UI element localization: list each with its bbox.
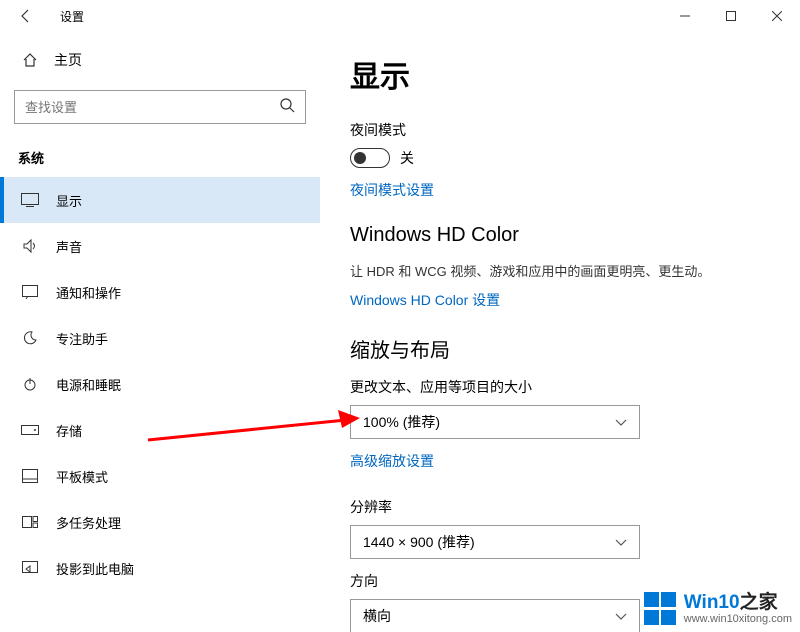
sidebar-item-label: 多任务处理 (56, 513, 121, 532)
sidebar-item-label: 专注助手 (56, 329, 108, 348)
sidebar-item-focus[interactable]: 专注助手 (0, 315, 320, 361)
page-title: 显示 (350, 52, 770, 96)
search-input[interactable] (14, 90, 306, 124)
sidebar-item-multitask[interactable]: 多任务处理 (0, 499, 320, 545)
chevron-down-icon (615, 608, 627, 624)
power-icon (18, 376, 42, 392)
watermark-url: www.win10xitong.com (684, 613, 792, 625)
watermark-brand2: 之家 (740, 593, 778, 614)
advanced-scale-link[interactable]: 高级缩放设置 (350, 451, 434, 471)
orientation-label: 方向 (350, 571, 770, 591)
sidebar-item-label: 声音 (56, 237, 82, 256)
multitask-icon (18, 516, 42, 528)
tablet-icon (18, 469, 42, 483)
section-heading: 系统 (0, 142, 320, 177)
scale-dropdown[interactable]: 100% (推荐) (350, 405, 640, 439)
sidebar-item-label: 投影到此电脑 (56, 559, 134, 578)
sidebar-item-label: 存储 (56, 421, 82, 440)
hd-color-settings-link[interactable]: Windows HD Color 设置 (350, 290, 500, 310)
night-mode-toggle[interactable] (350, 148, 390, 168)
sidebar-item-label: 通知和操作 (56, 283, 121, 302)
scale-label: 更改文本、应用等项目的大小 (350, 377, 770, 397)
resolution-dropdown[interactable]: 1440 × 900 (推荐) (350, 525, 640, 559)
watermark: Win10 之家 www.win10xitong.com (644, 592, 792, 626)
notification-icon (18, 285, 42, 299)
watermark-brand: Win10 (684, 593, 740, 614)
sidebar-item-label: 显示 (56, 191, 82, 210)
windows-logo-icon (644, 592, 678, 626)
sidebar-item-power[interactable]: 电源和睡眠 (0, 361, 320, 407)
sidebar-item-sound[interactable]: 声音 (0, 223, 320, 269)
sidebar-item-label: 电源和睡眠 (56, 375, 121, 394)
sidebar-item-projecting[interactable]: 投影到此电脑 (0, 545, 320, 591)
chevron-down-icon (615, 534, 627, 550)
resolution-label: 分辨率 (350, 497, 770, 517)
home-link[interactable]: 主页 (0, 42, 320, 78)
storage-icon (18, 425, 42, 435)
sidebar-item-label: 平板模式 (56, 467, 108, 486)
back-button[interactable] (12, 2, 40, 30)
scale-value: 100% (推荐) (363, 412, 440, 432)
chevron-down-icon (615, 414, 627, 430)
search-icon (279, 97, 295, 118)
maximize-button[interactable] (708, 0, 754, 32)
scale-layout-heading: 缩放与布局 (350, 334, 770, 363)
project-icon (18, 561, 42, 575)
display-icon (18, 193, 42, 207)
sidebar-item-tablet[interactable]: 平板模式 (0, 453, 320, 499)
resolution-value: 1440 × 900 (推荐) (363, 532, 475, 552)
minimize-button[interactable] (662, 0, 708, 32)
moon-icon (18, 330, 42, 346)
sound-icon (18, 238, 42, 254)
main-panel: 显示 夜间模式 关 夜间模式设置 Windows HD Color 让 HDR … (320, 32, 800, 632)
sidebar-item-display[interactable]: 显示 (0, 177, 320, 223)
search-field[interactable] (25, 100, 279, 115)
sidebar-item-notifications[interactable]: 通知和操作 (0, 269, 320, 315)
night-mode-state: 关 (400, 148, 414, 168)
home-icon (18, 52, 42, 68)
sidebar-item-storage[interactable]: 存储 (0, 407, 320, 453)
window-title: 设置 (60, 8, 84, 25)
hd-color-description: 让 HDR 和 WCG 视频、游戏和应用中的画面更明亮、更生动。 (350, 261, 770, 280)
hd-color-heading: Windows HD Color (350, 224, 770, 247)
night-mode-settings-link[interactable]: 夜间模式设置 (350, 180, 434, 200)
home-label: 主页 (54, 50, 82, 70)
orientation-value: 横向 (363, 606, 391, 626)
sidebar: 主页 系统 显示 声音 通知和操作 专注助手 电源和睡眠 (0, 32, 320, 632)
orientation-dropdown[interactable]: 横向 (350, 599, 640, 632)
night-mode-label: 夜间模式 (350, 120, 770, 140)
close-button[interactable] (754, 0, 800, 32)
